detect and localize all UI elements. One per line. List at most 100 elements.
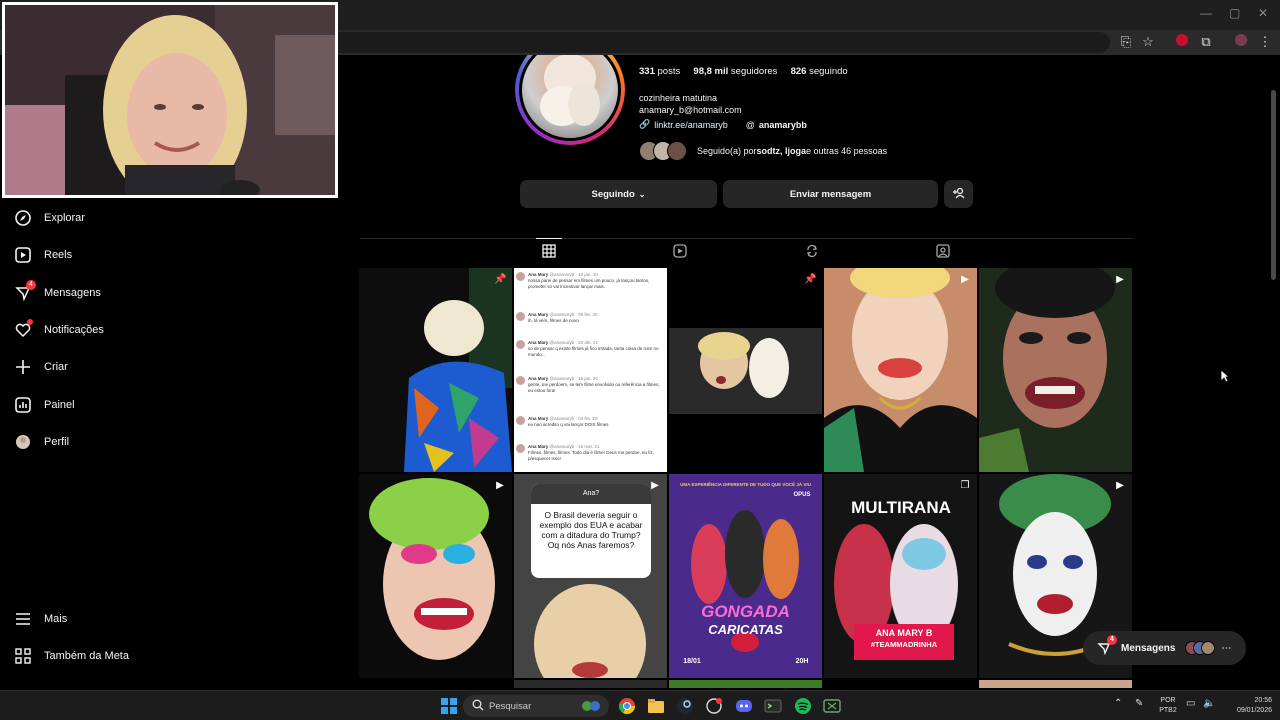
suggest-people-button[interactable] — [944, 180, 973, 208]
minimize-icon[interactable]: — — [1200, 6, 1212, 20]
app-icon[interactable] — [705, 697, 723, 715]
profile-avatar[interactable] — [515, 55, 625, 145]
scroll-thumb[interactable] — [1271, 90, 1276, 280]
sidebar-item-meta[interactable]: Também da Meta — [14, 644, 129, 668]
send-message-button[interactable]: Enviar mensagem — [723, 180, 938, 208]
sidebar-item-mais[interactable]: Mais — [14, 607, 67, 631]
tray-pen-icon[interactable]: ✎ — [1135, 699, 1143, 709]
bookmark-star-icon[interactable]: ☆ — [1139, 33, 1157, 51]
add-person-icon — [952, 187, 965, 202]
scrollbar[interactable] — [1270, 60, 1278, 690]
sidebar-item-label: Mensagens — [44, 287, 101, 299]
follower-avatar — [667, 141, 687, 161]
file-explorer-icon[interactable] — [647, 697, 665, 715]
following-button[interactable]: Seguindo ⌄ — [520, 180, 717, 208]
webcam-overlay — [2, 2, 338, 198]
threads-handle[interactable]: anamarybb — [759, 120, 807, 130]
sidebar-item-criar[interactable]: Criar — [14, 355, 68, 379]
screen: — ▢ ✕ ⎘ ☆ ⧉ ⋮ Explorar Reels 4 Mensagens… — [0, 0, 1280, 720]
spotify-icon[interactable] — [794, 697, 812, 715]
messages-pill[interactable]: 4 Mensagens ⋯ — [1083, 631, 1246, 665]
profile-icon[interactable] — [1232, 33, 1250, 51]
volume-icon[interactable]: 🔈 — [1203, 699, 1215, 709]
extensions-puzzle-icon[interactable]: ⧉ — [1197, 33, 1215, 51]
posts-label: posts — [657, 66, 681, 77]
post-tile-poster[interactable]: UMA EXPERIÊNCIA DIFERENTE DE TUDO QUE VO… — [669, 474, 822, 678]
tab-posts-grid-icon[interactable] — [542, 244, 556, 258]
display-icon[interactable]: ▭ — [1186, 699, 1195, 709]
language-secondary: PTB2 — [1159, 707, 1177, 714]
poster2-tag: #TEAMMADRINHA — [870, 640, 938, 649]
reel-icon: ▶ — [1116, 274, 1124, 285]
sidebar-item-perfil[interactable]: Perfil — [14, 430, 69, 454]
dashboard-icon — [14, 396, 32, 414]
sidebar-item-label: Também da Meta — [44, 650, 129, 662]
app-window-icon[interactable] — [823, 697, 841, 715]
sidebar-item-label: Painel — [44, 399, 75, 411]
sidebar-item-notificacoes[interactable]: Notificações — [14, 318, 104, 342]
sidebar-item-label: Criar — [44, 361, 68, 373]
browser-menu-icon[interactable]: ⋮ — [1256, 33, 1274, 51]
pin-icon: 📌 — [804, 274, 817, 285]
language-indicator[interactable]: POR PTB2 — [1155, 696, 1181, 716]
sidebar-item-painel[interactable]: Painel — [14, 393, 75, 417]
notification-badge: 4 — [1107, 635, 1117, 645]
reel-icon: ▶ — [961, 274, 969, 285]
sidebar-item-label: Mais — [44, 613, 68, 625]
following-count[interactable]: 826 — [791, 66, 807, 77]
post-tile[interactable]: ▶ — [359, 474, 512, 678]
sidebar-item-explorar[interactable]: Explorar — [14, 206, 85, 230]
sidebar-item-mensagens[interactable]: 4 Mensagens — [14, 280, 101, 305]
post-tile[interactable]: 📌 — [669, 268, 822, 472]
maximize-icon[interactable]: ▢ — [1229, 6, 1240, 20]
heart-icon — [14, 319, 33, 339]
close-icon[interactable]: ✕ — [1258, 6, 1268, 20]
tab-reels-icon[interactable] — [673, 244, 687, 258]
extension-red-icon[interactable] — [1173, 33, 1191, 51]
followed-names: sodtz, ljoga — [756, 146, 807, 156]
post-tile-question[interactable]: Ana? O Brasil deveria seguir o exemplo d… — [514, 474, 667, 678]
terminal-icon[interactable] — [764, 697, 782, 715]
post-tile-poster[interactable]: MULTIRANA ANA MARY B #TEAMMADRINHA ❐ — [824, 474, 977, 678]
grid-apps-icon — [14, 647, 32, 665]
install-app-icon[interactable]: ⎘ — [1117, 33, 1135, 51]
avatar — [14, 433, 32, 451]
clock-date: 09/01/2026 — [1236, 707, 1272, 714]
post-tile[interactable]: ▶ — [824, 268, 977, 472]
tweet: Ana Mary @anamaryb · 09 fev. 20 ih, lá ve… — [516, 312, 664, 324]
followed-suffix: e outras 46 pessoas — [806, 146, 888, 156]
bio-link[interactable]: linktr.ee/anamaryb — [654, 120, 728, 130]
tab-reposts-icon[interactable] — [805, 244, 819, 258]
followers-count[interactable]: 98,8 mil — [693, 66, 728, 77]
taskbar-search[interactable]: Pesquisar — [463, 695, 609, 717]
followed-prefix: Seguido(a) por — [697, 146, 757, 156]
reel-icon: ▶ — [651, 480, 659, 491]
post-tile[interactable]: ▶ — [979, 268, 1132, 472]
post-tile[interactable]: 📌 — [359, 268, 512, 472]
clock[interactable]: 20:56 09/01/2026 — [1220, 696, 1272, 716]
compass-icon — [14, 209, 32, 227]
clock-time: 20:56 — [1254, 697, 1272, 704]
windows-start-icon[interactable] — [440, 697, 458, 715]
messenger-icon: 4 — [1095, 635, 1117, 657]
search-icon — [472, 699, 484, 714]
hamburger-icon — [14, 610, 32, 628]
following-label[interactable]: seguindo — [809, 66, 848, 77]
chrome-icon[interactable] — [618, 697, 636, 715]
conversation-avatar — [1201, 641, 1216, 655]
followed-by[interactable]: Seguido(a) por sodtz, ljoga e outras 46 … — [639, 140, 887, 162]
messenger-icon: 4 — [14, 280, 36, 302]
post-tile-tweets[interactable]: Ana Mary @anamaryb · 13 jan. 20 nossa par… — [514, 268, 667, 472]
tray-chevron-icon[interactable]: ⌃ — [1114, 699, 1122, 709]
steam-icon[interactable] — [676, 697, 694, 715]
discord-icon[interactable] — [735, 697, 753, 715]
tab-tagged-icon[interactable] — [936, 244, 950, 258]
poster-subtitle: CARICATAS — [708, 622, 783, 637]
question-sticker: Ana? O Brasil deveria seguir o exemplo d… — [531, 484, 651, 578]
poster-date: 18/01 — [683, 658, 701, 665]
profile-tabs — [360, 238, 1134, 264]
followers-label[interactable]: seguidores — [731, 66, 777, 77]
sidebar-item-reels[interactable]: Reels — [14, 243, 72, 267]
search-highlight-icon — [581, 698, 601, 717]
notification-badge: 4 — [26, 280, 36, 290]
